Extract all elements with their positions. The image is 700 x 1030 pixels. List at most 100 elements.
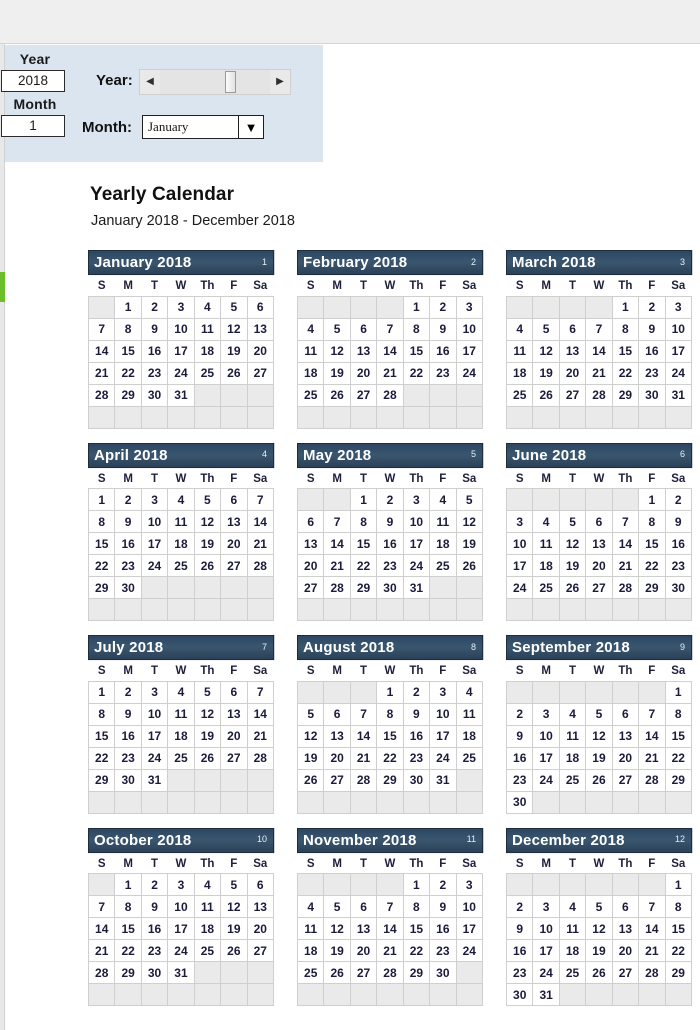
day-cell[interactable]: 28 bbox=[611, 576, 640, 599]
day-cell[interactable]: 3 bbox=[429, 680, 457, 704]
day-cell[interactable]: 10 bbox=[402, 510, 431, 533]
day-cell[interactable]: 27 bbox=[349, 383, 378, 407]
day-cell[interactable]: 22 bbox=[114, 939, 142, 962]
day-cell[interactable]: 26 bbox=[585, 768, 613, 792]
day-cell[interactable]: 2 bbox=[114, 680, 142, 704]
day-cell[interactable]: 16 bbox=[664, 532, 693, 555]
day-cell[interactable]: 24 bbox=[455, 939, 484, 962]
day-cell[interactable]: 11 bbox=[558, 724, 587, 748]
day-cell[interactable]: 21 bbox=[638, 939, 666, 962]
day-cell[interactable]: 17 bbox=[167, 917, 195, 940]
day-cell[interactable]: 1 bbox=[611, 295, 640, 319]
day-cell[interactable]: 14 bbox=[246, 702, 275, 726]
day-cell[interactable]: 19 bbox=[323, 939, 351, 962]
day-cell[interactable]: 30 bbox=[376, 576, 404, 599]
day-cell[interactable]: 24 bbox=[402, 554, 431, 577]
day-cell[interactable]: 22 bbox=[114, 361, 142, 385]
day-cell[interactable]: 10 bbox=[664, 317, 693, 341]
day-cell[interactable]: 21 bbox=[87, 361, 116, 385]
day-cell[interactable]: 1 bbox=[664, 680, 693, 704]
day-cell[interactable]: 13 bbox=[220, 510, 248, 533]
day-cell[interactable]: 31 bbox=[167, 383, 195, 407]
day-cell[interactable]: 8 bbox=[114, 895, 142, 918]
day-cell[interactable]: 23 bbox=[505, 961, 534, 984]
day-cell[interactable]: 1 bbox=[638, 488, 666, 511]
day-cell[interactable]: 25 bbox=[296, 383, 325, 407]
day-cell[interactable]: 29 bbox=[638, 576, 666, 599]
day-cell[interactable]: 2 bbox=[429, 295, 457, 319]
day-cell[interactable]: 5 bbox=[585, 895, 613, 918]
day-cell[interactable]: 5 bbox=[220, 873, 248, 896]
day-cell[interactable]: 23 bbox=[429, 361, 457, 385]
day-cell[interactable]: 27 bbox=[558, 383, 587, 407]
day-cell[interactable]: 11 bbox=[167, 702, 195, 726]
day-cell[interactable]: 5 bbox=[323, 895, 351, 918]
day-cell[interactable]: 4 bbox=[532, 510, 560, 533]
day-cell[interactable]: 20 bbox=[611, 939, 640, 962]
day-cell[interactable]: 24 bbox=[140, 746, 169, 770]
day-cell[interactable]: 18 bbox=[193, 339, 222, 363]
day-cell[interactable]: 10 bbox=[532, 917, 560, 940]
day-cell[interactable]: 8 bbox=[349, 510, 378, 533]
day-cell[interactable]: 12 bbox=[558, 532, 587, 555]
day-cell[interactable]: 4 bbox=[296, 317, 325, 341]
day-cell[interactable]: 8 bbox=[87, 702, 116, 726]
day-cell[interactable]: 17 bbox=[140, 532, 169, 555]
day-cell[interactable]: 12 bbox=[220, 895, 248, 918]
day-cell[interactable]: 13 bbox=[323, 724, 351, 748]
day-cell[interactable]: 13 bbox=[349, 339, 378, 363]
day-cell[interactable]: 1 bbox=[349, 488, 378, 511]
day-cell[interactable]: 14 bbox=[585, 339, 613, 363]
day-cell[interactable]: 14 bbox=[349, 724, 378, 748]
day-cell[interactable]: 8 bbox=[638, 510, 666, 533]
day-cell[interactable]: 8 bbox=[611, 317, 640, 341]
day-cell[interactable]: 7 bbox=[585, 317, 613, 341]
day-cell[interactable]: 1 bbox=[87, 680, 116, 704]
day-cell[interactable]: 5 bbox=[193, 488, 222, 511]
day-cell[interactable]: 29 bbox=[611, 383, 640, 407]
day-cell[interactable]: 2 bbox=[402, 680, 431, 704]
day-cell[interactable]: 2 bbox=[140, 295, 169, 319]
day-cell[interactable]: 2 bbox=[376, 488, 404, 511]
year-scrollbar-thumb[interactable] bbox=[224, 71, 236, 93]
day-cell[interactable]: 18 bbox=[296, 361, 325, 385]
day-cell[interactable]: 10 bbox=[429, 702, 457, 726]
day-cell[interactable]: 25 bbox=[193, 939, 222, 962]
day-cell[interactable]: 21 bbox=[376, 939, 404, 962]
day-cell[interactable]: 21 bbox=[585, 361, 613, 385]
day-cell[interactable]: 30 bbox=[114, 768, 142, 792]
day-cell[interactable]: 3 bbox=[455, 873, 484, 896]
day-cell[interactable]: 19 bbox=[585, 746, 613, 770]
day-cell[interactable]: 9 bbox=[376, 510, 404, 533]
day-cell[interactable]: 15 bbox=[638, 532, 666, 555]
day-cell[interactable]: 28 bbox=[323, 576, 351, 599]
day-cell[interactable]: 22 bbox=[349, 554, 378, 577]
day-cell[interactable]: 20 bbox=[296, 554, 325, 577]
day-cell[interactable]: 15 bbox=[87, 724, 116, 748]
day-cell[interactable]: 21 bbox=[246, 532, 275, 555]
day-cell[interactable]: 31 bbox=[664, 383, 693, 407]
day-cell[interactable]: 31 bbox=[402, 576, 431, 599]
day-cell[interactable]: 26 bbox=[558, 576, 587, 599]
day-cell[interactable]: 28 bbox=[638, 768, 666, 792]
day-cell[interactable]: 2 bbox=[429, 873, 457, 896]
day-cell[interactable]: 19 bbox=[296, 746, 325, 770]
day-cell[interactable]: 2 bbox=[140, 873, 169, 896]
day-cell[interactable]: 28 bbox=[246, 746, 275, 770]
day-cell[interactable]: 6 bbox=[585, 510, 613, 533]
day-cell[interactable]: 22 bbox=[664, 746, 693, 770]
day-cell[interactable]: 6 bbox=[246, 873, 275, 896]
day-cell[interactable]: 14 bbox=[376, 339, 404, 363]
day-cell[interactable]: 25 bbox=[505, 383, 534, 407]
day-cell[interactable]: 9 bbox=[429, 317, 457, 341]
day-cell[interactable]: 23 bbox=[140, 939, 169, 962]
day-cell[interactable]: 1 bbox=[114, 295, 142, 319]
day-cell[interactable]: 10 bbox=[167, 317, 195, 341]
day-cell[interactable]: 3 bbox=[455, 295, 484, 319]
day-cell[interactable]: 26 bbox=[455, 554, 484, 577]
day-cell[interactable]: 28 bbox=[87, 383, 116, 407]
day-cell[interactable]: 9 bbox=[664, 510, 693, 533]
day-cell[interactable]: 15 bbox=[664, 724, 693, 748]
day-cell[interactable]: 6 bbox=[323, 702, 351, 726]
day-cell[interactable]: 17 bbox=[429, 724, 457, 748]
